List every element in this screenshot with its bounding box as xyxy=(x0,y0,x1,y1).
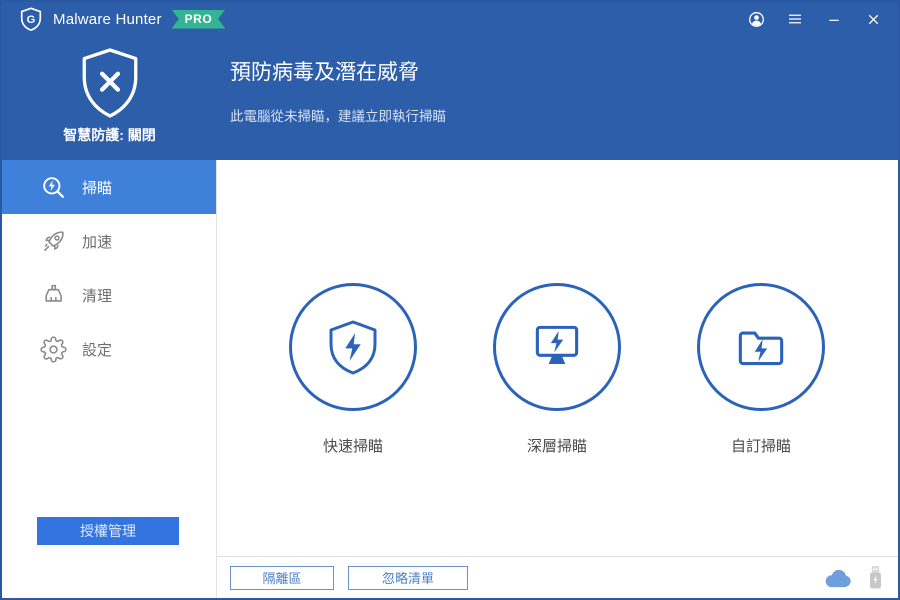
app-window: G Malware Hunter PRO 智慧防護: 關閉 預防病毒及潛在威脅 … xyxy=(0,0,900,600)
quarantine-button[interactable]: 隔離區 xyxy=(230,565,334,590)
scan-search-icon xyxy=(40,174,67,201)
shield-x-icon xyxy=(77,36,143,120)
custom-scan-option[interactable]: 自訂掃瞄 xyxy=(659,283,863,456)
sidebar-item-label: 設定 xyxy=(82,341,113,359)
sidebar-item-boost[interactable]: 加速 xyxy=(2,214,216,268)
usb-icon[interactable] xyxy=(867,565,884,590)
scan-option-label: 深層掃瞄 xyxy=(526,438,587,455)
gear-icon xyxy=(40,335,67,363)
folder-bolt-icon[interactable] xyxy=(697,283,825,411)
broom-icon xyxy=(40,282,67,309)
sidebar-item-settings[interactable]: 設定 xyxy=(2,322,216,376)
ignore-list-button[interactable]: 忽略清單 xyxy=(348,565,468,590)
sidebar-item-scan[interactable]: 掃瞄 xyxy=(2,160,216,214)
scan-option-label: 自訂掃瞄 xyxy=(730,438,791,455)
menu-icon[interactable] xyxy=(782,6,808,32)
sidebar: 掃瞄 加速 清理 設定 授權管理 xyxy=(2,160,217,598)
logo-letter: G xyxy=(27,14,36,26)
app-title: Malware Hunter xyxy=(53,10,162,28)
scan-option-label: 快速掃瞄 xyxy=(322,438,383,455)
rocket-icon xyxy=(40,228,67,255)
page-title: 預防病毒及潛在威脅 xyxy=(230,61,419,84)
minimize-icon[interactable] xyxy=(821,6,847,32)
sidebar-item-label: 掃瞄 xyxy=(82,179,113,197)
sidebar-item-label: 加速 xyxy=(82,233,113,251)
titlebar: G Malware Hunter PRO xyxy=(2,2,898,36)
pro-badge: PRO xyxy=(172,10,226,29)
deep-scan-option[interactable]: 深層掃瞄 xyxy=(455,283,659,456)
license-management-button[interactable]: 授權管理 xyxy=(37,517,179,545)
status-header: 智慧防護: 關閉 預防病毒及潛在威脅 此電腦從未掃瞄，建議立即執行掃瞄 xyxy=(2,36,898,160)
sidebar-item-label: 清理 xyxy=(82,287,113,305)
cloud-icon[interactable] xyxy=(823,568,852,588)
shield-bolt-icon[interactable] xyxy=(289,283,417,411)
app-logo-shield-icon: G xyxy=(18,6,44,32)
monitor-bolt-icon[interactable] xyxy=(493,283,621,411)
footer-bar: 隔離區 忽略清單 xyxy=(217,556,898,598)
scan-options-panel: 快速掃瞄 深層掃瞄 自訂掃瞄 xyxy=(251,160,898,556)
close-icon[interactable] xyxy=(860,6,886,32)
quick-scan-option[interactable]: 快速掃瞄 xyxy=(251,283,455,456)
sidebar-item-clean[interactable]: 清理 xyxy=(2,268,216,322)
account-icon[interactable] xyxy=(743,6,769,32)
page-subtitle: 此電腦從未掃瞄，建議立即執行掃瞄 xyxy=(230,109,446,124)
protection-status: 智慧防護: 關閉 xyxy=(63,127,156,143)
